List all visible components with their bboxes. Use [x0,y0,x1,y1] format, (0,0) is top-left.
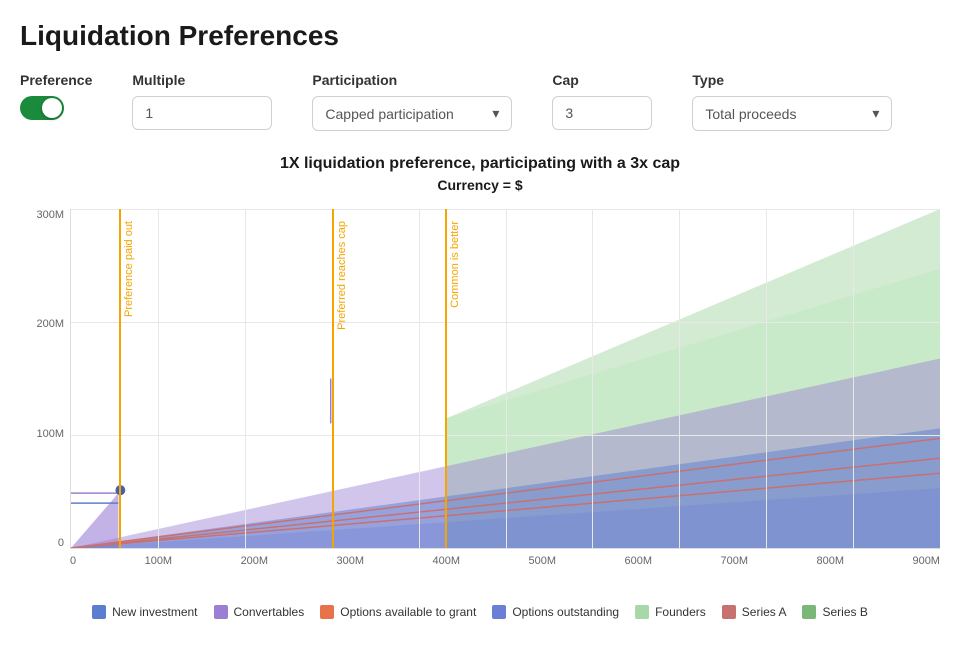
multiple-input[interactable] [132,96,272,130]
legend-swatch-founders [635,605,649,619]
vline-preference-paid: Preference paid out [119,209,121,548]
preference-group: Preference [20,72,92,120]
y-label-300: 300M [36,209,64,221]
multiple-group: Multiple [132,72,272,130]
vline-preferred-cap: Preferred reaches cap [332,209,334,548]
preference-toggle[interactable] [20,96,64,120]
grid-v-400 [419,209,420,548]
legend-swatch-options-outstanding [492,605,506,619]
cap-label: Cap [552,72,652,88]
participation-value: Capped participation [325,106,453,122]
legend-label-new-investment: New investment [112,605,197,619]
grid-v-800 [766,209,767,548]
vline-common-better: Common is better [445,209,447,548]
preference-label: Preference [20,72,92,88]
y-label-0: 0 [58,537,64,549]
x-label-800: 800M [816,555,844,567]
type-group: Type Total proceeds ▾ [692,72,892,131]
vline-label-common: Common is better [449,221,461,308]
step-area-1 [71,493,118,548]
toggle-knob [42,98,62,118]
x-label-900: 900M [912,555,940,567]
x-label-300: 300M [337,555,365,567]
grid-v-200 [245,209,246,548]
type-select[interactable]: Total proceeds ▾ [692,96,892,131]
legend-swatch-new-investment [92,605,106,619]
legend-swatch-series-b [802,605,816,619]
chart-subtitle: Currency = $ [20,177,940,193]
type-value: Total proceeds [705,106,796,122]
y-label-100: 100M [36,428,64,440]
chart-drawing-area: Preference paid out Preferred reaches ca… [70,209,940,549]
participation-select[interactable]: Capped participation ▾ [312,96,512,131]
x-axis: 0 100M 200M 300M 400M 500M 600M 700M 800… [70,549,940,589]
y-label-200: 200M [36,318,64,330]
participation-label: Participation [312,72,512,88]
y-axis: 300M 200M 100M 0 [20,209,70,549]
legend-swatch-convertables [214,605,228,619]
grid-v-900 [853,209,854,548]
legend-label-founders: Founders [655,605,706,619]
chart-container: 300M 200M 100M 0 Preference paid out Pre… [20,209,940,589]
participation-group: Participation Capped participation ▾ [312,72,512,131]
type-chevron-icon: ▾ [872,105,879,122]
legend-options-grant: Options available to grant [320,605,476,619]
legend-swatch-options-grant [320,605,334,619]
x-label-200: 200M [241,555,269,567]
legend-new-investment: New investment [92,605,197,619]
cap-group: Cap [552,72,652,130]
legend-label-series-a: Series A [742,605,787,619]
x-label-500: 500M [529,555,557,567]
grid-v-600 [592,209,593,548]
legend-label-series-b: Series B [822,605,867,619]
page-title: Liquidation Preferences [20,20,940,52]
chart-legend: New investment Convertables Options avai… [20,605,940,619]
x-label-600: 600M [625,555,653,567]
controls-bar: Preference Multiple Participation Capped… [20,72,940,131]
legend-founders: Founders [635,605,706,619]
multiple-label: Multiple [132,72,272,88]
legend-convertables: Convertables [214,605,305,619]
x-label-700: 700M [720,555,748,567]
legend-label-convertables: Convertables [234,605,305,619]
vline-label-preference: Preference paid out [123,221,135,317]
cap-input[interactable] [552,96,652,130]
participation-chevron-icon: ▾ [492,105,499,122]
legend-label-options-grant: Options available to grant [340,605,476,619]
legend-label-options-outstanding: Options outstanding [512,605,619,619]
vline-label-cap: Preferred reaches cap [336,221,348,330]
x-label-0: 0 [70,555,76,567]
grid-v-500 [506,209,507,548]
legend-swatch-series-a [722,605,736,619]
grid-v-100 [158,209,159,548]
grid-v-700 [679,209,680,548]
legend-options-outstanding: Options outstanding [492,605,619,619]
x-label-400: 400M [433,555,461,567]
chart-title: 1X liquidation preference, participating… [20,155,940,173]
legend-series-b: Series B [802,605,867,619]
type-label: Type [692,72,892,88]
x-label-100: 100M [145,555,173,567]
legend-series-a: Series A [722,605,787,619]
